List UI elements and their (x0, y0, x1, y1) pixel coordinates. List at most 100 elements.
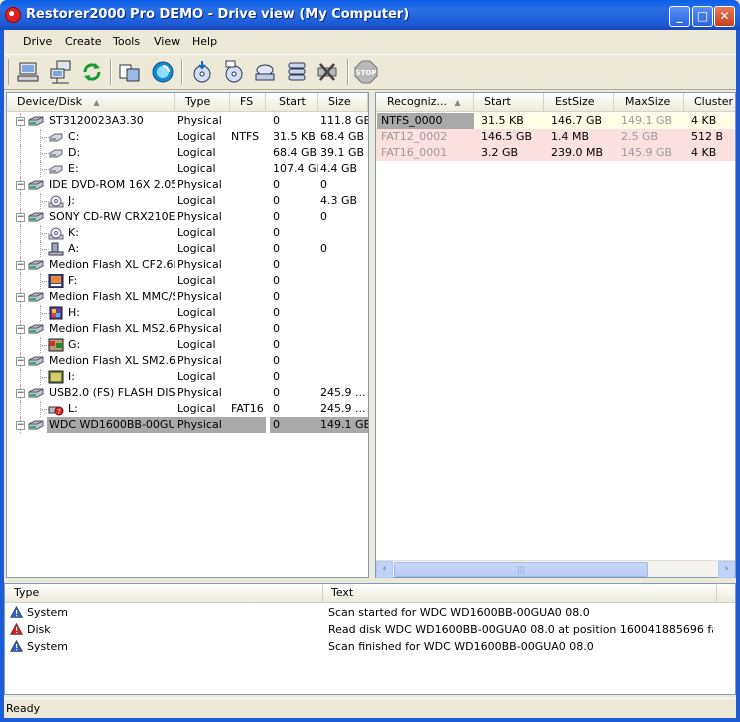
column-header-start[interactable]: Start (474, 93, 544, 111)
column-header-type[interactable]: Type (5, 584, 323, 602)
recognized-cluster: 4 KB (691, 146, 717, 159)
menu-help[interactable]: Help (192, 35, 217, 48)
stack-button[interactable] (284, 59, 310, 85)
column-header-maxsize[interactable]: MaxSize (614, 93, 684, 111)
logical-disk-row[interactable]: A: Logical 0 0 (7, 241, 368, 257)
disk-open-button[interactable] (189, 59, 215, 85)
column-header-estsize[interactable]: EstSize (544, 93, 614, 111)
column-header-fs[interactable]: FS (230, 93, 266, 111)
horizontal-scrollbar[interactable]: ‹ ||| › (376, 560, 735, 578)
tree-line (40, 337, 41, 353)
cd-icon (48, 227, 64, 240)
network-button[interactable] (48, 59, 74, 85)
logical-disk-row[interactable]: H: Logical 0 (7, 305, 368, 321)
menu-view[interactable]: View (154, 35, 180, 48)
physical-disk-row[interactable]: − IDE DVD-ROM 16X 2.05 Physical 0 0 (7, 177, 368, 193)
device-type: Physical (177, 114, 222, 127)
column-label: Device/Disk (17, 95, 82, 108)
recognized-pane[interactable]: Recogniz... ▲ Start EstSize MaxSize Clus… (375, 92, 736, 578)
scroll-thumb[interactable]: ||| (394, 562, 648, 577)
scroll-left-button[interactable]: ‹ (376, 561, 393, 578)
physical-disk-row[interactable]: − Medion Flash XL CF2.6D Physical 0 (7, 257, 368, 273)
device-type: Logical (177, 130, 216, 143)
log-row[interactable]: System Scan started for WDC WD1600BB-00GU… (5, 604, 735, 621)
collapse-toggle[interactable]: − (16, 421, 25, 430)
recognized-header: Recogniz... ▲ Start EstSize MaxSize Clus… (376, 93, 735, 112)
physical-disk-row[interactable]: − Medion Flash XL MS2.6D Physical 0 (7, 321, 368, 337)
delete-button[interactable] (314, 59, 340, 85)
minimize-button[interactable]: _ (669, 6, 690, 27)
collapse-toggle[interactable]: − (16, 389, 25, 398)
physical-disk-row[interactable]: − Medion Flash XL MMC/S...Physical 0 (7, 289, 368, 305)
hdd-icon (28, 420, 44, 430)
disk-save-button[interactable] (221, 59, 247, 85)
collapse-toggle[interactable]: − (16, 325, 25, 334)
device-size: 39.1 GB (320, 146, 365, 159)
device-type: Physical (177, 258, 222, 271)
close-button[interactable]: ✕ (714, 6, 735, 27)
log-row[interactable]: System Scan finished for WDC WD1600BB-00G… (5, 638, 735, 655)
column-header-recognized[interactable]: Recogniz... ▲ (376, 93, 474, 111)
menu-drive[interactable]: Drive (23, 35, 52, 48)
title-bar[interactable]: Restorer2000 Pro DEMO - Drive view (My C… (0, 0, 740, 30)
recognized-row[interactable]: FAT12_0002 146.5 GB 1.4 MB 2.5 GB 512 B (376, 129, 735, 145)
logical-disk-row[interactable]: K: Logical 0 (7, 225, 368, 241)
collapse-toggle[interactable]: − (16, 293, 25, 302)
region-button[interactable] (252, 59, 278, 85)
device-size: 111.8 GB (320, 114, 368, 127)
logical-disk-row[interactable]: G: Logical 0 (7, 337, 368, 353)
column-header-device[interactable]: Device/Disk ▲ (7, 93, 175, 111)
tree-line (20, 145, 21, 161)
logical-disk-row[interactable]: F: Logical 0 (7, 273, 368, 289)
menu-create[interactable]: Create (65, 35, 102, 48)
physical-disk-row[interactable]: − WDC WD1600BB-00GU... Physical 0 149.1 GB (7, 417, 368, 433)
logical-disk-row[interactable]: D: Logical 68.4 GB 39.1 GB (7, 145, 368, 161)
logical-disk-row[interactable]: I: Logical 0 (7, 369, 368, 385)
recognized-start: 31.5 KB (481, 114, 524, 127)
device-type: Logical (177, 226, 216, 239)
collapse-toggle[interactable]: − (16, 357, 25, 366)
collapse-toggle[interactable]: − (16, 117, 25, 126)
refresh-button[interactable] (79, 59, 105, 85)
window-frame-right (736, 30, 740, 722)
physical-disk-row[interactable]: − ST3120023A3.30 Physical 0 111.8 GB (7, 113, 368, 129)
tree-line (40, 225, 41, 241)
column-header-cluster[interactable]: Cluster (684, 93, 735, 111)
collapse-toggle[interactable]: − (16, 261, 25, 270)
recognized-row[interactable]: NTFS_0000 31.5 KB 146.7 GB 149.1 GB 4 KB (376, 113, 735, 129)
scan-button[interactable] (150, 59, 176, 85)
column-header-size[interactable]: Size (318, 93, 368, 111)
physical-disk-row[interactable]: − USB2.0 (FS) FLASH DIS... Physical 0 245.9 … (7, 385, 368, 401)
app-icon[interactable] (5, 7, 21, 23)
grip-icon: ||| (516, 565, 526, 574)
copy-icon (119, 64, 140, 82)
logical-disk-row[interactable]: J: Logical 0 4.3 GB (7, 193, 368, 209)
maximize-button[interactable]: □ (692, 6, 713, 27)
device-tree-pane[interactable]: Device/Disk ▲ Type FS Start Size − ST3120… (6, 92, 369, 578)
physical-disk-row[interactable]: − Medion Flash XL SM2.6D Physical 0 (7, 353, 368, 369)
device-name: C: (68, 130, 80, 143)
column-header-type[interactable]: Type (175, 93, 230, 111)
log-pane[interactable]: Type Text System Scan started for WDC WD1… (4, 583, 736, 695)
collapse-toggle[interactable]: − (16, 213, 25, 222)
column-header-start[interactable]: Start (266, 93, 318, 111)
scroll-right-button[interactable]: › (718, 561, 735, 578)
computer-button[interactable] (16, 59, 42, 85)
logical-disk-row[interactable]: E: Logical 107.4 GB4.4 GB (7, 161, 368, 177)
device-name: G: (68, 338, 81, 351)
copy-button[interactable] (117, 59, 143, 85)
menu-tools[interactable]: Tools (113, 35, 140, 48)
toolbar-separator (181, 59, 183, 85)
recognized-row[interactable]: FAT16_0001 3.2 GB 239.0 MB 145.9 GB 4 KB (376, 145, 735, 161)
device-start: 0 (273, 306, 280, 319)
log-text: Read disk WDC WD1600BB-00GUA0 08.0 at po… (328, 623, 713, 636)
collapse-toggle[interactable]: − (16, 181, 25, 190)
arrow-right-icon: › (724, 564, 729, 574)
log-row[interactable]: Disk Read disk WDC WD1600BB-00GUA0 08.0 a… (5, 621, 735, 638)
logical-disk-row[interactable]: C: Logical NTFS 31.5 KB 68.4 GB (7, 129, 368, 145)
logical-disk-row[interactable]: ? L: Logical FAT16 0 245.9 ... (7, 401, 368, 417)
column-header-text[interactable]: Text (323, 584, 717, 602)
physical-disk-row[interactable]: − SONY CD-RW CRX210E... Physical 0 0 (7, 209, 368, 225)
stop-button[interactable]: STOP (353, 59, 379, 85)
device-size (320, 289, 368, 305)
